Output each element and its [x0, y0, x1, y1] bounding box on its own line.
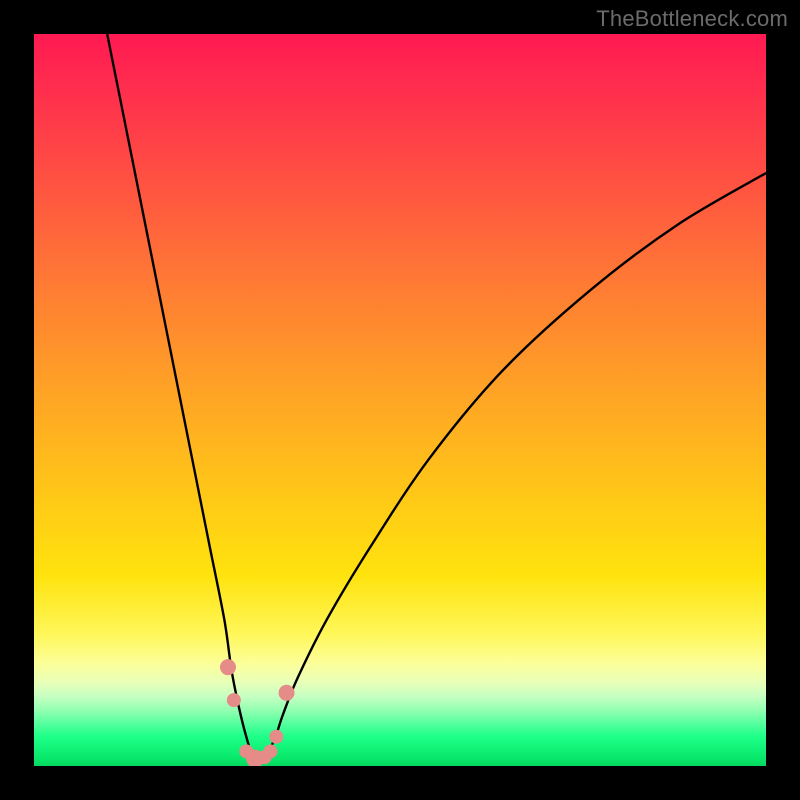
curve-layer	[34, 34, 766, 766]
v-curve	[107, 34, 766, 761]
curve-marker	[220, 659, 236, 675]
chart-frame: TheBottleneck.com	[0, 0, 800, 800]
curve-marker	[269, 730, 283, 744]
curve-marker	[279, 685, 295, 701]
v-curve-path	[107, 34, 766, 761]
curve-marker	[227, 693, 241, 707]
plot-area	[34, 34, 766, 766]
watermark-text: TheBottleneck.com	[596, 6, 788, 32]
curve-marker	[263, 744, 277, 758]
